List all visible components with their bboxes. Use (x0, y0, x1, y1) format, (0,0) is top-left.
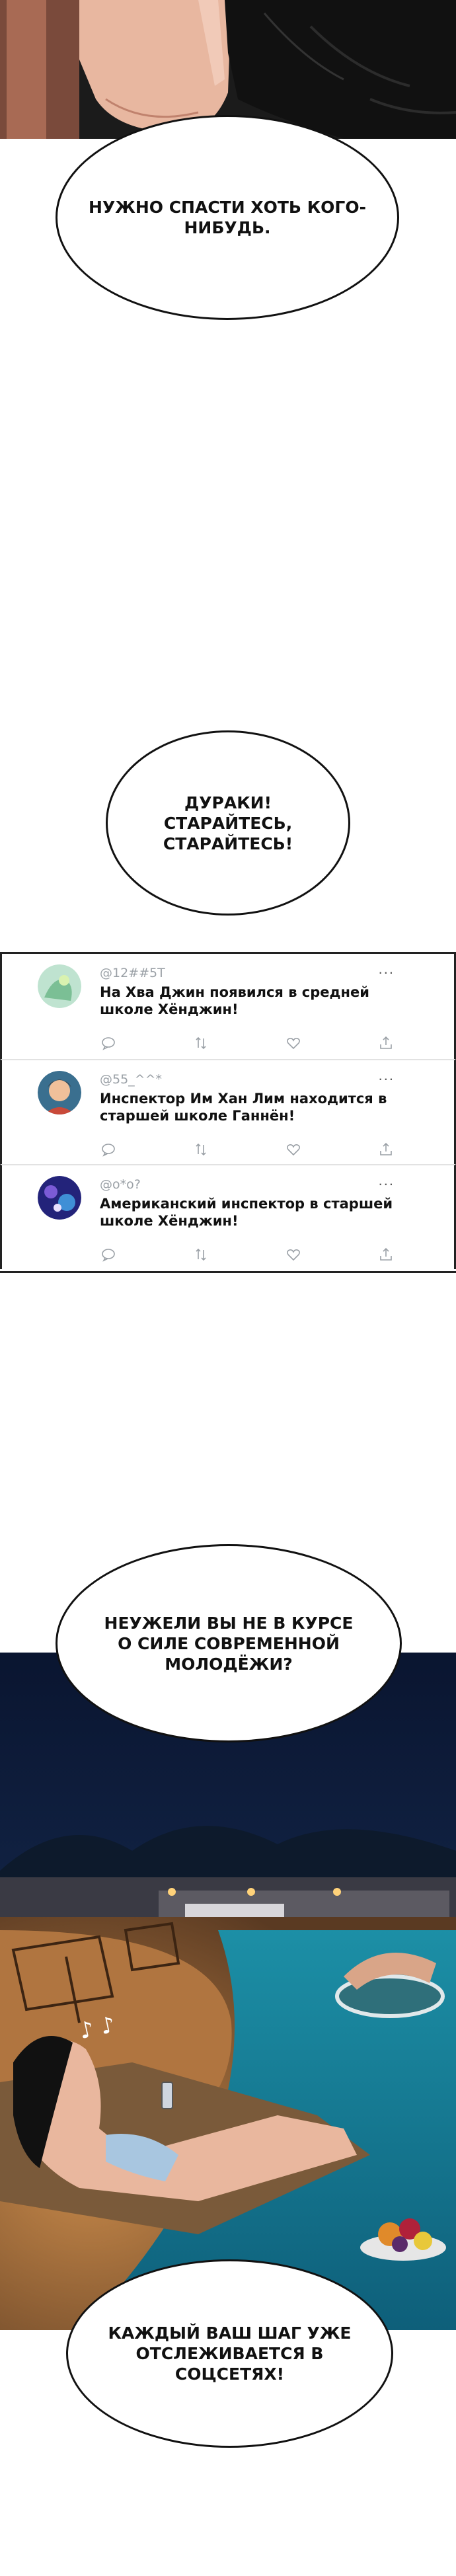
share-icon[interactable] (379, 1142, 393, 1157)
more-options-icon[interactable]: ... (379, 1172, 395, 1189)
retweet-icon[interactable] (194, 1142, 208, 1157)
post-actions (101, 1247, 405, 1262)
more-options-icon[interactable]: ... (379, 960, 395, 978)
speech-bubble-4: КАЖДЫЙ ВАШ ШАГ УЖЕ ОТСЛЕЖИВАЕТСЯ В СОЦСЕ… (66, 2259, 393, 2448)
comment-icon[interactable] (101, 1142, 116, 1157)
post-text: Инспектор Им Хан Лим находится в старшей… (100, 1091, 387, 1124)
speech-bubble-3-text: НЕУЖЕЛИ ВЫ НЕ В КУРСЕ О СИЛЕ СОВРЕМЕННОЙ… (104, 1613, 354, 1674)
speech-bubble-4-text: КАЖДЫЙ ВАШ ШАГ УЖЕ ОТСЛЕЖИВАЕТСЯ В СОЦСЕ… (108, 2323, 352, 2384)
feed-post: @12##5T ... На Хва Джин появился в средн… (0, 954, 456, 1059)
post-actions (101, 1142, 405, 1157)
speech-bubble-2: ДУРАКИ! СТАРАЙТЕСЬ, СТАРАЙТЕСЬ! (106, 730, 350, 916)
like-icon[interactable] (286, 1142, 301, 1157)
speech-bubble-1: НУЖНО СПАСТИ ХОТЬ КОГО-НИБУДЬ. (56, 115, 399, 320)
speech-bubble-3: НЕУЖЕЛИ ВЫ НЕ В КУРСЕ О СИЛЕ СОВРЕМЕННОЙ… (56, 1544, 402, 1742)
avatar (38, 1176, 81, 1220)
more-options-icon[interactable]: ... (379, 1067, 395, 1084)
avatar (38, 1071, 81, 1114)
post-handle: @o*o? (100, 1177, 141, 1192)
post-text: Американский инспектор в старшей школе Х… (100, 1196, 393, 1229)
speech-bubble-2-text: ДУРАКИ! СТАРАЙТЕСЬ, СТАРАЙТЕСЬ! (163, 793, 293, 853)
avatar (38, 964, 81, 1008)
feed-post: @o*o? ... Американский инспектор в старш… (0, 1164, 456, 1269)
share-icon[interactable] (379, 1036, 393, 1050)
post-handle: @12##5T (100, 966, 165, 980)
comment-icon[interactable] (101, 1036, 116, 1050)
comment-icon[interactable] (101, 1247, 116, 1262)
post-actions (101, 1036, 405, 1050)
post-text: На Хва Джин появился в средней школе Хён… (100, 984, 369, 1017)
like-icon[interactable] (286, 1247, 301, 1262)
post-handle: @55_^^* (100, 1072, 163, 1087)
pool-scene-illustration (0, 1653, 456, 2330)
retweet-icon[interactable] (194, 1247, 208, 1262)
like-icon[interactable] (286, 1036, 301, 1050)
pool-scene-panel: ♪ ♪ (0, 1653, 456, 2330)
retweet-icon[interactable] (194, 1036, 208, 1050)
feed-post: @55_^^* ... Инспектор Им Хан Лим находит… (0, 1059, 456, 1164)
share-icon[interactable] (379, 1247, 393, 1262)
social-feed-panel: @12##5T ... На Хва Джин появился в средн… (0, 952, 456, 1273)
speech-bubble-1-text: НУЖНО СПАСТИ ХОТЬ КОГО-НИБУДЬ. (89, 198, 366, 237)
